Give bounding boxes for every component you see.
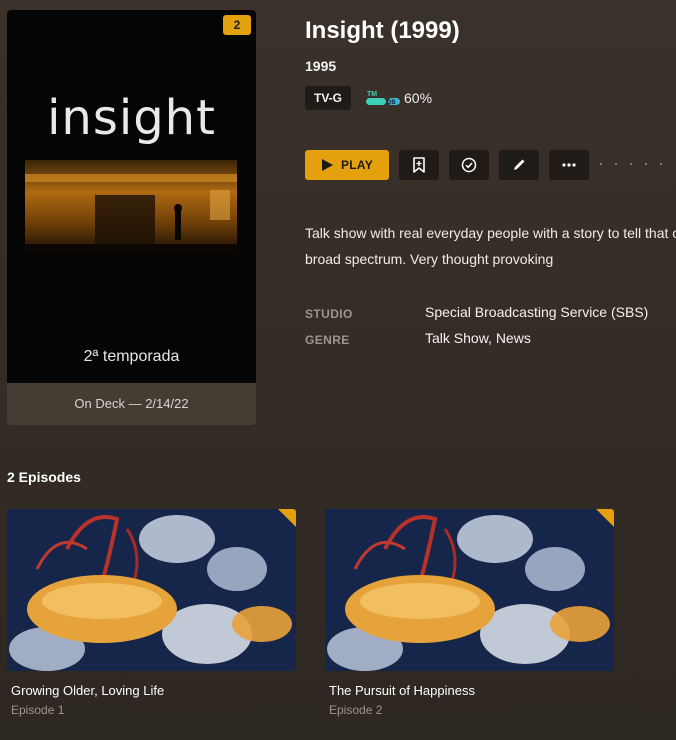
unwatched-count-badge: 2 bbox=[223, 15, 251, 35]
poster-artwork bbox=[25, 160, 237, 252]
edit-button[interactable] bbox=[499, 150, 539, 180]
play-button[interactable]: PLAY bbox=[305, 150, 389, 180]
check-circle-icon bbox=[461, 157, 477, 173]
year-label: 1995 bbox=[305, 58, 337, 74]
overflow-dots bbox=[600, 163, 676, 167]
episode-thumbnail[interactable] bbox=[7, 509, 296, 671]
unwatched-corner-indicator bbox=[278, 509, 296, 527]
unwatched-corner-indicator bbox=[596, 509, 614, 527]
summary-text: Talk show with real everyday people with… bbox=[305, 220, 676, 272]
more-options-button[interactable] bbox=[549, 150, 589, 180]
episode-title[interactable]: The Pursuit of Happiness bbox=[329, 683, 614, 698]
on-deck-label: On Deck — 2/14/22 bbox=[74, 396, 189, 411]
play-icon bbox=[321, 159, 333, 171]
episode-card[interactable]: The Pursuit of Happiness Episode 2 bbox=[325, 509, 614, 717]
page-title: Insight (1999) bbox=[305, 17, 460, 44]
season-poster-card[interactable]: insight 2ª temporada 2 On Deck — 2/14/22 bbox=[7, 10, 256, 425]
jellyfish-image bbox=[7, 509, 296, 671]
more-icon bbox=[562, 163, 576, 167]
summary-line-2: broad spectrum. Very thought provoking bbox=[305, 251, 554, 267]
tmdb-score: 60% bbox=[404, 90, 433, 106]
edit-pencil-icon bbox=[514, 159, 525, 170]
tmdb-rating: TM DB 60% bbox=[366, 88, 432, 108]
poster-title-text: insight bbox=[47, 90, 216, 146]
studio-value[interactable]: Special Broadcasting Service (SBS) bbox=[425, 304, 648, 320]
episode-number: Episode 2 bbox=[329, 703, 383, 717]
jellyfish-image bbox=[325, 509, 614, 671]
svg-text:TM: TM bbox=[367, 91, 377, 98]
episodes-heading: 2 Episodes bbox=[7, 469, 81, 485]
episode-number: Episode 1 bbox=[11, 703, 65, 717]
summary-line-1: Talk show with real everyday people with… bbox=[305, 225, 676, 241]
bookmark-icon bbox=[413, 157, 425, 173]
play-button-label: PLAY bbox=[340, 158, 374, 172]
studio-label: STUDIO bbox=[305, 307, 353, 321]
watchlist-button[interactable] bbox=[399, 150, 439, 180]
poster-season-text: 2ª temporada bbox=[83, 348, 180, 365]
content-rating-badge: TV-G bbox=[305, 86, 352, 110]
mark-watched-button[interactable] bbox=[449, 150, 489, 180]
svg-text:DB: DB bbox=[387, 100, 396, 106]
episode-thumbnail[interactable] bbox=[325, 509, 614, 671]
genre-value[interactable]: Talk Show, News bbox=[425, 330, 531, 346]
season-poster-image[interactable]: insight 2ª temporada 2 bbox=[7, 10, 256, 383]
episode-title[interactable]: Growing Older, Loving Life bbox=[11, 683, 296, 698]
tmdb-logo-icon: TM DB bbox=[366, 91, 400, 106]
genre-label: GENRE bbox=[305, 333, 350, 347]
episode-card[interactable]: Growing Older, Loving Life Episode 1 bbox=[7, 509, 296, 717]
